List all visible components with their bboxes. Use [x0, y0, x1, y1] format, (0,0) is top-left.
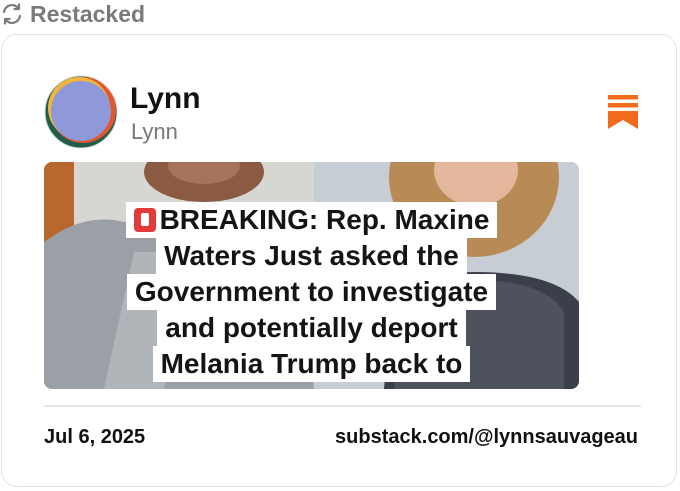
restacked-header: Restacked — [0, 0, 145, 28]
post-image[interactable]: BREAKING: Rep. Maxine Waters Just asked … — [44, 162, 579, 389]
author-handle[interactable]: Lynn — [131, 119, 178, 145]
alert-badge-icon — [133, 208, 156, 232]
caption-line-4: and potentially deport — [157, 310, 466, 346]
author-name[interactable]: Lynn — [130, 82, 201, 116]
source-link[interactable]: substack.com/@lynnsauvageau — [335, 426, 638, 449]
caption-line-5: Melania Trump back to — [152, 346, 471, 382]
divider — [44, 405, 641, 407]
caption-line-2: Waters Just asked the — [156, 238, 467, 274]
avatar[interactable] — [44, 75, 118, 149]
restacked-label: Restacked — [30, 0, 146, 27]
post-date: Jul 6, 2025 — [44, 426, 146, 448]
image-caption: BREAKING: Rep. Maxine Waters Just asked … — [44, 202, 579, 382]
bookmark-icon[interactable] — [608, 95, 638, 131]
refresh-icon — [0, 2, 24, 26]
caption-line-3: Government to investigate — [126, 274, 497, 310]
post-card[interactable]: Lynn Lynn BREAKING: Rep. Maxine Waters J… — [1, 34, 677, 487]
caption-line-1: BREAKING: Rep. Maxine — [125, 202, 498, 238]
